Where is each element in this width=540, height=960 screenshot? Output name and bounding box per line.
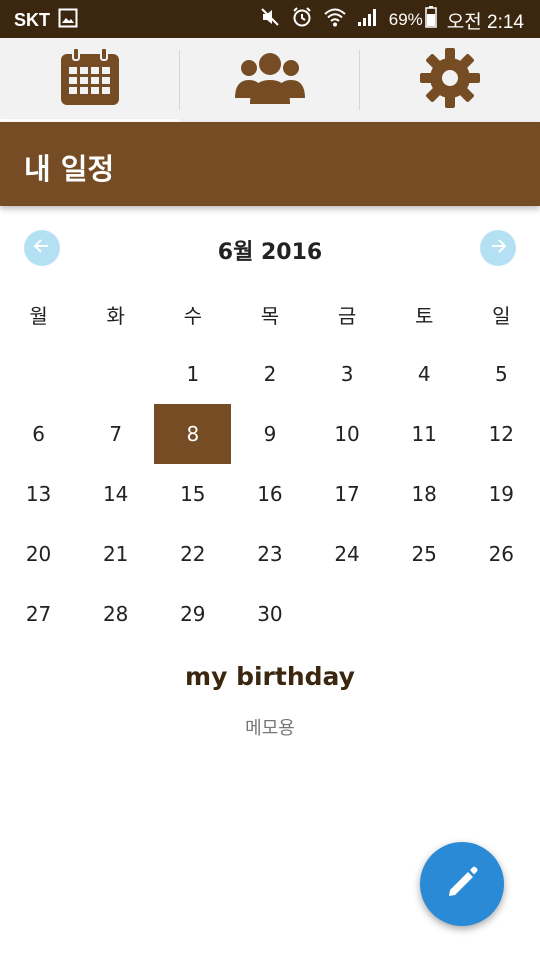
day-cell[interactable]: 29 <box>154 584 231 644</box>
signal-icon <box>357 7 379 33</box>
day-cell[interactable]: 13 <box>0 464 77 524</box>
day-cell[interactable]: 7 <box>77 404 154 464</box>
next-month-button[interactable] <box>480 230 516 266</box>
day-cell[interactable]: 6 <box>0 404 77 464</box>
day-cell[interactable]: 20 <box>0 524 77 584</box>
calendar-icon <box>59 46 121 111</box>
battery-indicator: 69% <box>389 6 437 34</box>
pencil-icon <box>442 862 482 906</box>
weekday-label: 토 <box>414 304 434 328</box>
status-right: 69% 오전 2:14 <box>259 6 524 34</box>
day-cell[interactable]: 28 <box>77 584 154 644</box>
edit-fab-button[interactable] <box>420 842 504 926</box>
tab-bar <box>0 38 540 122</box>
day-cell[interactable]: 11 <box>386 404 463 464</box>
tab-settings[interactable] <box>360 38 540 122</box>
battery-icon <box>425 6 437 34</box>
day-cell[interactable]: 3 <box>309 344 386 404</box>
calendar-grid: 1 2 3 4 5 6 7 8 9 10 11 12 13 14 15 16 17 18 19 20 21 22 23 24 2… <box>0 344 540 644</box>
day-cell[interactable]: 12 <box>463 404 540 464</box>
day-cell[interactable]: 17 <box>309 464 386 524</box>
day-cell-empty <box>77 344 154 404</box>
day-cell[interactable]: 23 <box>231 524 308 584</box>
weekday-label: 월 <box>29 304 48 328</box>
day-cell[interactable]: 25 <box>386 524 463 584</box>
group-icon <box>234 50 306 110</box>
battery-percent: 69% <box>388 10 423 29</box>
day-cell[interactable]: 10 <box>309 404 386 464</box>
mute-icon <box>259 6 281 34</box>
day-cell[interactable]: 19 <box>463 464 540 524</box>
day-cell[interactable]: 24 <box>309 524 386 584</box>
day-cell[interactable]: 26 <box>463 524 540 584</box>
weekday-label: 수 <box>183 304 203 328</box>
day-cell[interactable]: 15 <box>154 464 231 524</box>
wifi-icon <box>323 7 347 33</box>
day-cell[interactable]: 22 <box>154 524 231 584</box>
weekday-label: 목 <box>260 304 280 328</box>
calendar-header: 6월 2016 <box>0 226 540 270</box>
event-title[interactable]: my birthday <box>0 662 540 691</box>
day-cell[interactable]: 5 <box>463 344 540 404</box>
page-title: 내 일정 <box>24 152 115 186</box>
day-cell[interactable]: 16 <box>231 464 308 524</box>
day-cell[interactable]: 30 <box>231 584 308 644</box>
day-cell[interactable]: 9 <box>231 404 308 464</box>
arrow-right-icon <box>488 236 508 260</box>
clock-time: 오전 2:14 <box>446 11 524 33</box>
tab-group[interactable] <box>180 38 360 122</box>
day-cell[interactable]: 14 <box>77 464 154 524</box>
day-cell[interactable]: 2 <box>231 344 308 404</box>
alarm-icon <box>291 6 313 34</box>
status-bar: SKT 69% 오전 2:14 <box>0 0 540 38</box>
day-cell[interactable]: 18 <box>386 464 463 524</box>
month-label: 6월 2016 <box>217 240 323 265</box>
weekday-label: 금 <box>337 304 357 328</box>
weekday-row: 월 화 수 목 금 토 일 <box>0 300 540 336</box>
carrier-label: SKT <box>14 10 50 30</box>
title-bar: 내 일정 <box>0 122 540 206</box>
day-cell[interactable]: 27 <box>0 584 77 644</box>
status-left: SKT <box>14 8 78 33</box>
day-cell-empty <box>0 344 77 404</box>
day-cell[interactable]: 4 <box>386 344 463 404</box>
weekday-label: 일 <box>492 304 511 328</box>
gallery-notification-icon <box>58 8 78 33</box>
gear-icon <box>418 46 482 114</box>
day-cell[interactable]: 1 <box>154 344 231 404</box>
event-memo: 메모용 <box>245 718 295 739</box>
tab-calendar[interactable] <box>0 38 180 122</box>
day-cell[interactable]: 21 <box>77 524 154 584</box>
day-cell-selected[interactable]: 8 <box>154 404 232 464</box>
weekday-label: 화 <box>106 304 125 328</box>
